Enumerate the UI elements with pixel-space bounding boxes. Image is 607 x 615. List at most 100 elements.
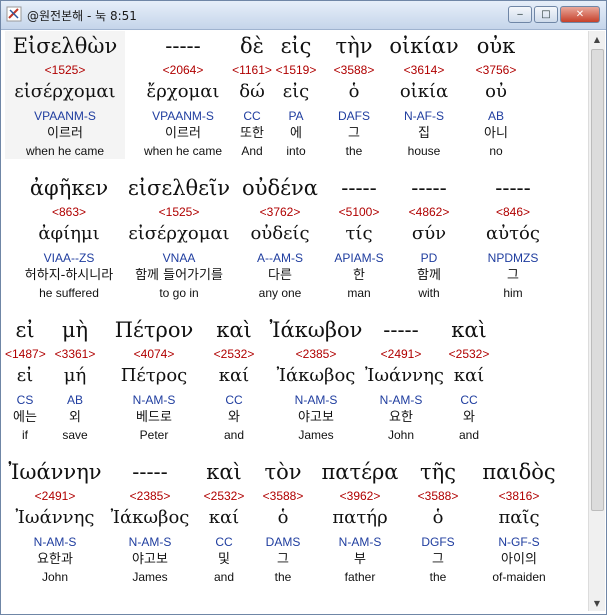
korean-gloss: 그 [507, 268, 519, 283]
lemma: μή [63, 365, 87, 386]
parse-code: N-AM-S [128, 535, 172, 549]
lemma: καί [208, 507, 240, 528]
parse-code: DGFS [421, 535, 455, 549]
word-column[interactable]: ἀφῆκεν <863> ἀφίημι VIAA--ZS 허하지-하시니라 he suff… [11, 173, 127, 301]
korean-gloss: 및 [218, 552, 230, 567]
word-column[interactable]: οὐκ <3756> οὐ AB 아니 no [465, 31, 527, 159]
strong-number[interactable]: <1487> [5, 345, 46, 363]
english-gloss: the [345, 144, 363, 158]
word-column[interactable]: Πέτρον <4074> Πέτρος N-AM-S 베드로 Peter [107, 315, 201, 443]
word-column[interactable]: ----- <4862> σύν PD 함께 with [395, 173, 463, 301]
word-column[interactable]: παιδὸς <3816> παῖς N-GF-S 아이의 of-maiden [469, 457, 569, 585]
app-window: @원전본해 - 눅 8:51 ‒ □ ✕ Εἰσελθὼν <1525> εἰσέρ… [0, 0, 607, 615]
strong-number[interactable]: <3588> [253, 487, 313, 505]
english-gloss: John [41, 570, 69, 584]
parse-code: N-GF-S [498, 535, 540, 549]
greek-word: εἰς [280, 34, 312, 58]
strong-number[interactable]: <863> [11, 203, 127, 221]
lemma: Ἰάκωβος [276, 365, 356, 386]
korean-gloss: 집 [418, 126, 430, 141]
maximize-button[interactable]: □ [534, 6, 558, 23]
word-column[interactable]: τὴν <3588> ὁ DAFS 그 the [325, 31, 383, 159]
greek-word: ἀφῆκεν [29, 176, 109, 200]
strong-number[interactable]: <2491> [365, 345, 437, 363]
lemma: καί [218, 365, 250, 386]
parse-code: DAFS [337, 109, 370, 123]
greek-word: ----- [383, 318, 419, 342]
word-column[interactable]: εἰς <1519> εἰς PA 에 into [267, 31, 325, 159]
korean-gloss: 함께 [417, 268, 441, 283]
minimize-button[interactable]: ‒ [508, 6, 532, 23]
word-column[interactable]: εἰσελθεῖν <1525> εἰσέρχομαι VNAA 함께 들어가기를 to … [121, 173, 237, 301]
word-column[interactable]: Ἰωάννην <2491> Ἰωάννης N-AM-S 요한과 John [5, 457, 105, 585]
title-bar[interactable]: @원전본해 - 눅 8:51 ‒ □ ✕ [1, 1, 606, 30]
strong-number[interactable]: <3816> [469, 487, 569, 505]
word-column[interactable]: τὸν <3588> ὁ DAMS 그 the [253, 457, 313, 585]
strong-number[interactable]: <3762> [237, 203, 323, 221]
strong-number[interactable]: <3588> [407, 487, 469, 505]
parse-code: CC [225, 393, 243, 407]
korean-gloss: 요한 [389, 410, 413, 425]
word-column[interactable]: οἰκίαν <3614> οἰκία N-AF-S 집 house [383, 31, 465, 159]
word-column[interactable]: καὶ <2532> καί CC 와 and [201, 315, 267, 443]
strong-number[interactable]: <2385> [105, 487, 195, 505]
scroll-down-icon[interactable]: ▼ [589, 595, 605, 611]
word-column[interactable]: πατέρα <3962> πατήρ N-AM-S 부 father [313, 457, 407, 585]
word-column[interactable]: οὐδένα <3762> οὐδείς A--AM-S 다른 any one [237, 173, 323, 301]
minimize-icon: ‒ [516, 8, 524, 20]
scroll-thumb[interactable] [591, 49, 604, 511]
strong-number[interactable]: <2491> [5, 487, 105, 505]
word-column[interactable]: εἰ <1487> εἰ CS 에는 if [5, 315, 46, 443]
greek-word: Ἰάκωβον [269, 318, 363, 342]
word-column[interactable]: ----- <846> αὐτός NPDMZS 그 him [463, 173, 563, 301]
strong-number[interactable]: <3361> [45, 345, 105, 363]
lemma: παῖς [498, 507, 540, 528]
word-column[interactable]: μὴ <3361> μή AB 외 save [45, 315, 105, 443]
strong-number[interactable]: <846> [463, 203, 563, 221]
word-column[interactable]: Εἰσελθὼν <1525> εἰσέρχομαι VPAANM-S 이르러 when … [5, 31, 125, 159]
window-title: @원전본해 - 눅 8:51 [27, 9, 137, 23]
strong-number[interactable]: <3614> [383, 61, 465, 79]
lemma: εἰς [282, 81, 310, 102]
scroll-up-icon[interactable]: ▲ [589, 31, 605, 47]
greek-word: παιδὸς [482, 460, 556, 484]
parse-code: N-AF-S [404, 109, 444, 123]
lemma: εἰσέρχομαι [14, 81, 116, 102]
strong-number[interactable]: <2532> [201, 345, 267, 363]
english-gloss: any one [258, 286, 302, 300]
word-column[interactable]: ----- <5100> τίς APIAM-S 한 man [323, 173, 395, 301]
english-gloss: him [503, 286, 523, 300]
lemma: ὁ [348, 81, 360, 102]
word-column[interactable]: ----- <2385> Ἰάκωβος N-AM-S 야고보 James [105, 457, 195, 585]
parse-code: VNAA [162, 251, 196, 265]
greek-word: οὐδένα [242, 176, 318, 200]
strong-number[interactable]: <2532> [195, 487, 253, 505]
english-gloss: the [429, 570, 447, 584]
strong-number[interactable]: <3962> [313, 487, 407, 505]
vertical-scrollbar[interactable]: ▲ ▼ [588, 31, 605, 611]
strong-number[interactable]: <4862> [395, 203, 463, 221]
close-button[interactable]: ✕ [560, 6, 600, 23]
strong-number[interactable]: <1525> [121, 203, 237, 221]
strong-number[interactable]: <1525> [5, 61, 125, 79]
strong-number[interactable]: <3756> [465, 61, 527, 79]
strong-number[interactable]: <5100> [323, 203, 395, 221]
strong-number[interactable]: <3588> [325, 61, 383, 79]
word-column[interactable]: ----- <2491> Ἰωάννης N-AM-S 요한 John [365, 315, 444, 443]
parse-code: AB [66, 393, 83, 407]
verse-line: Εἰσελθὼν <1525> εἰσέρχομαι VPAANM-S 이르러 when … [5, 31, 588, 173]
word-column[interactable]: Ἰάκωβον <2385> Ἰάκωβος N-AM-S 야고보 James [267, 315, 365, 443]
english-gloss: John [387, 428, 415, 442]
greek-word: μὴ [61, 318, 89, 342]
strong-number[interactable]: <1519> [267, 61, 325, 79]
strong-number[interactable]: <2532> [437, 345, 501, 363]
word-column[interactable]: καὶ <2532> καί CC 및 and [195, 457, 253, 585]
korean-gloss: 요한과 [37, 552, 73, 567]
word-column[interactable]: καὶ <2532> καί CC 와 and [437, 315, 501, 443]
strong-number[interactable]: <4074> [107, 345, 201, 363]
korean-gloss: 함께 들어가기를 [135, 268, 223, 283]
word-column[interactable]: τῆς <3588> ὁ DGFS 그 the [407, 457, 469, 585]
strong-number[interactable]: <2385> [267, 345, 365, 363]
english-gloss: if [22, 428, 28, 442]
korean-gloss: 다른 [268, 268, 292, 283]
